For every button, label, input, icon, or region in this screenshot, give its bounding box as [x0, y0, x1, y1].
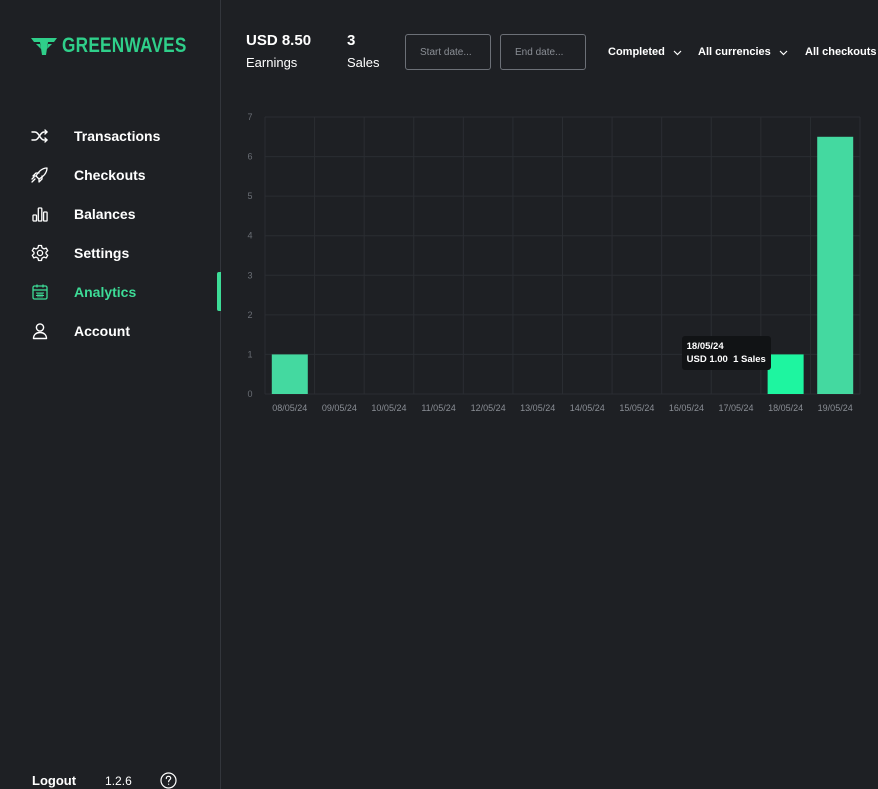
- y-tick-label: 5: [247, 191, 252, 201]
- y-tick-label: 1: [247, 349, 252, 359]
- end-date-input[interactable]: [500, 34, 586, 70]
- chevron-down-icon: [779, 50, 788, 55]
- sidebar-item-label: Transactions: [74, 127, 161, 144]
- y-tick-label: 3: [247, 270, 252, 280]
- logout-button[interactable]: Logout: [32, 773, 76, 788]
- sidebar-item-balances[interactable]: Balances: [0, 194, 221, 233]
- sales-label: Sales: [347, 55, 380, 70]
- user-icon: [30, 321, 50, 341]
- sidebar-footer: Logout 1.2.6: [32, 772, 177, 789]
- chart-bar: [817, 136, 854, 394]
- status-filter-label: Completed: [608, 46, 665, 58]
- y-tick-label: 6: [247, 152, 252, 162]
- x-tick-label: 19/05/24: [818, 403, 853, 413]
- sidebar-item-label: Balances: [74, 205, 136, 222]
- x-tick-label: 15/05/24: [619, 403, 654, 413]
- bar-chart-icon: [30, 204, 50, 224]
- logo-text: GREENWAVES: [62, 34, 187, 57]
- version-label: 1.2.6: [105, 773, 132, 788]
- x-tick-label: 17/05/24: [719, 403, 754, 413]
- sidebar-item-label: Account: [74, 322, 130, 339]
- logo[interactable]: GREENWAVES: [30, 34, 214, 58]
- rocket-icon: [30, 165, 50, 185]
- chevron-down-icon: [673, 50, 682, 55]
- tooltip-amount: USD 1.00: [686, 354, 728, 366]
- x-tick-label: 16/05/24: [669, 403, 704, 413]
- shuffle-icon: [30, 126, 50, 146]
- tooltip-date: 18/05/24: [686, 341, 724, 353]
- active-indicator: [217, 272, 221, 311]
- sidebar-item-checkouts[interactable]: Checkouts: [0, 155, 221, 194]
- currency-filter-dropdown[interactable]: All currencies: [698, 46, 788, 58]
- sidebar: GREENWAVES Transactions Checkouts Balanc…: [0, 0, 221, 789]
- start-date-input[interactable]: [405, 34, 491, 70]
- checkout-filter-label: All checkouts: [805, 46, 877, 58]
- y-tick-label: 4: [247, 231, 252, 241]
- y-tick-label: 0: [247, 389, 252, 399]
- sales-bar-chart: 0 1 2 3 4 5 6 7 08/05/24 09/05/24 10/05/24 11/05/24…: [247, 112, 861, 413]
- sidebar-item-label: Checkouts: [74, 166, 146, 183]
- sidebar-item-settings[interactable]: Settings: [0, 233, 221, 272]
- help-icon[interactable]: [160, 772, 177, 789]
- sidebar-item-transactions[interactable]: Transactions: [0, 116, 221, 155]
- x-tick-label: 11/05/24: [421, 403, 455, 413]
- greenwaves-logo-icon: [31, 38, 57, 55]
- gear-icon: [30, 243, 50, 263]
- chart-tooltip: 18/05/24 USD 1.00 1 Sales: [681, 336, 771, 371]
- earnings-value: USD 8.50: [246, 32, 312, 49]
- sidebar-item-label: Analytics: [74, 283, 137, 300]
- chart-bar: [271, 354, 308, 394]
- sidebar-item-label: Settings: [74, 244, 130, 261]
- x-tick-label: 18/05/24: [768, 403, 803, 413]
- sidebar-item-account[interactable]: Account: [0, 311, 221, 350]
- checkout-filter-dropdown[interactable]: All checkouts: [805, 46, 877, 58]
- earnings-label: Earnings: [246, 55, 298, 70]
- sidebar-item-analytics[interactable]: Analytics: [0, 272, 221, 311]
- status-filter-dropdown[interactable]: Completed: [608, 46, 682, 58]
- x-tick-label: 13/05/24: [520, 403, 555, 413]
- calendar-icon: [30, 282, 50, 302]
- y-tick-label: 2: [247, 310, 252, 320]
- x-tick-label: 14/05/24: [570, 403, 605, 413]
- sales-stat: 3 Sales: [347, 32, 380, 71]
- x-tick-label: 10/05/24: [371, 403, 406, 413]
- x-tick-label: 08/05/24: [272, 403, 307, 413]
- x-tick-label: 12/05/24: [471, 403, 506, 413]
- x-tick-label: 09/05/24: [322, 403, 357, 413]
- sales-chart: 0 1 2 3 4 5 6 7 08/05/24 09/05/24 10/05/24 11/05/24…: [230, 100, 870, 430]
- sales-value: 3: [347, 32, 356, 49]
- y-tick-label: 7: [247, 112, 252, 122]
- currency-filter-label: All currencies: [698, 46, 771, 58]
- chart-bar: [767, 354, 804, 394]
- earnings-stat: USD 8.50 Earnings: [246, 32, 311, 71]
- sidebar-nav: Transactions Checkouts Balances Settings…: [0, 116, 221, 350]
- tooltip-details: USD 1.00 1 Sales: [687, 353, 766, 366]
- tooltip-sales: 1 Sales: [733, 354, 766, 366]
